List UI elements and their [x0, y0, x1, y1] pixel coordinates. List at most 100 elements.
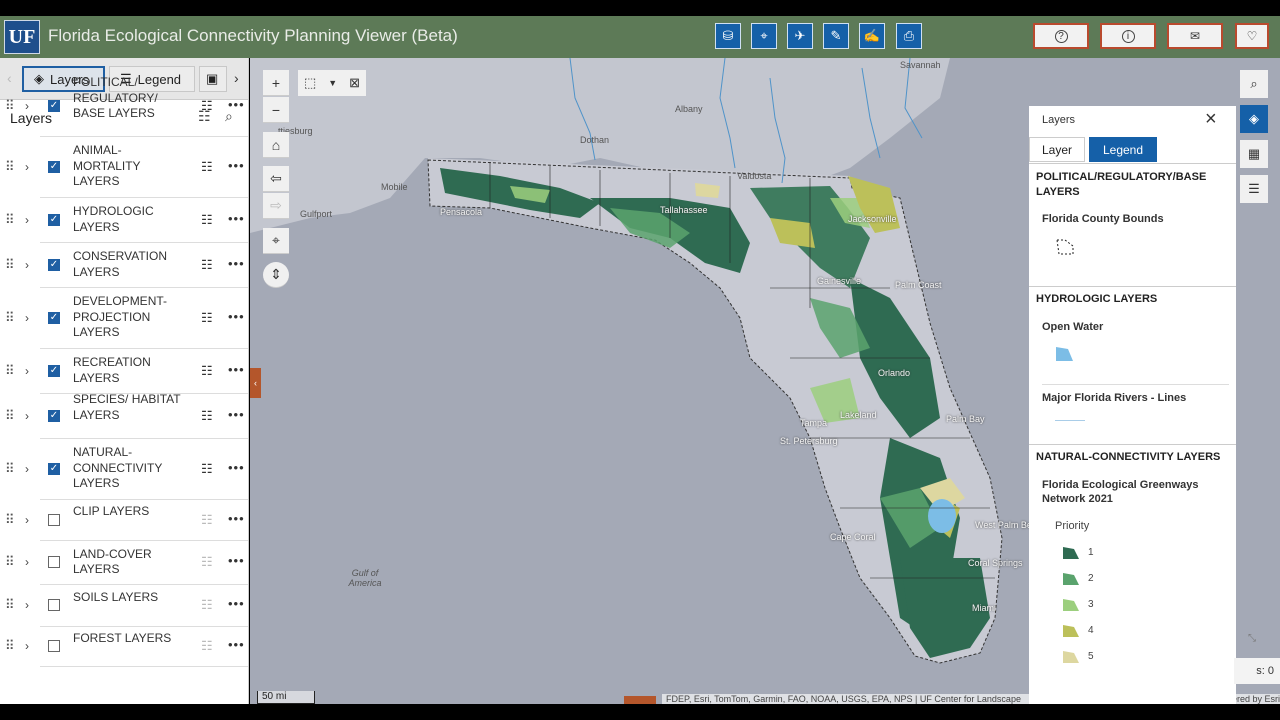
layer-group-row[interactable]: ⠿ › FOREST LAYERS ☷ •••: [0, 626, 248, 667]
expand-chevron-icon[interactable]: ›: [25, 213, 29, 227]
layer-visibility-checkbox[interactable]: [48, 513, 60, 526]
layer-group-row[interactable]: ⠿ › ✓ RECREATION LAYERS ☷ •••: [0, 348, 248, 394]
more-options-icon[interactable]: •••: [228, 553, 245, 568]
print-button[interactable]: ⎙: [896, 23, 922, 49]
more-options-icon[interactable]: •••: [228, 362, 245, 377]
drag-handle-icon[interactable]: ⠿: [5, 638, 14, 654]
contact-button[interactable]: ✉: [1167, 23, 1223, 49]
favorite-button[interactable]: ♡: [1235, 23, 1269, 49]
layer-visibility-checkbox[interactable]: [48, 556, 60, 568]
layer-visibility-checkbox[interactable]: ✓: [48, 213, 60, 226]
legend-list-icon[interactable]: ☷: [201, 638, 213, 654]
layer-group-row[interactable]: ⠿ › ✓ POLITICAL/ REGULATORY/ BASE LAYERS ☷ ••…: [0, 75, 248, 137]
bird-button[interactable]: ✈: [787, 23, 813, 49]
layer-list-button[interactable]: ◈: [1240, 105, 1268, 133]
previous-extent-button[interactable]: ⇦: [263, 166, 289, 192]
more-options-icon[interactable]: •••: [228, 460, 245, 475]
legend-list-icon[interactable]: ☷: [201, 554, 213, 570]
more-options-icon[interactable]: •••: [228, 256, 245, 271]
layer-visibility-checkbox[interactable]: [48, 640, 60, 652]
expand-chevron-icon[interactable]: ›: [25, 160, 29, 174]
more-options-icon[interactable]: •••: [228, 309, 245, 324]
legend-list-icon[interactable]: ☷: [201, 461, 213, 477]
legend-list-icon[interactable]: ☷: [201, 512, 213, 528]
layer-group-row[interactable]: ⠿ › SOILS LAYERS ☷ •••: [0, 584, 248, 627]
close-icon[interactable]: ×: [1205, 108, 1217, 131]
layer-visibility-checkbox[interactable]: [48, 599, 60, 611]
legend-list-icon[interactable]: ☷: [201, 159, 213, 175]
legend-list-icon[interactable]: ☷: [201, 597, 213, 613]
more-options-icon[interactable]: •••: [228, 637, 245, 652]
map-view[interactable]: Savannah Albany Dothan ttiesburg Valdost…: [250, 58, 1280, 704]
expand-chevron-icon[interactable]: ›: [25, 513, 29, 527]
map-pin-button[interactable]: ⌖: [751, 23, 777, 49]
zoom-out-button[interactable]: −: [263, 97, 289, 123]
drag-handle-icon[interactable]: ⠿: [5, 212, 14, 228]
expand-chevron-icon[interactable]: ›: [25, 639, 29, 653]
basemap-gallery-button[interactable]: ▦: [1240, 140, 1268, 168]
more-options-icon[interactable]: •••: [228, 158, 245, 173]
more-options-icon[interactable]: •••: [228, 596, 245, 611]
drag-handle-icon[interactable]: ⠿: [5, 512, 14, 528]
ruler-button[interactable]: ✎: [823, 23, 849, 49]
help-button[interactable]: ?: [1033, 23, 1089, 49]
expand-chevron-icon[interactable]: ›: [25, 409, 29, 423]
drag-handle-icon[interactable]: ⠿: [5, 408, 14, 424]
tab-layer[interactable]: Layer: [1029, 137, 1085, 162]
layer-group-row[interactable]: ⠿ › ✓ HYDROLOGIC LAYERS ☷ •••: [0, 197, 248, 243]
expand-chevron-icon[interactable]: ›: [25, 462, 29, 476]
drag-handle-icon[interactable]: ⠿: [5, 257, 14, 273]
layer-group-row[interactable]: ⠿ › ✓ SPECIES/ HABITAT LAYERS ☷ •••: [0, 392, 248, 439]
drag-handle-icon[interactable]: ⠿: [5, 98, 14, 114]
database-button[interactable]: ⛁: [715, 23, 741, 49]
expand-chevron-icon[interactable]: ›: [25, 598, 29, 612]
layer-group-row[interactable]: ⠿ › ✓ CONSERVATION LAYERS ☷ •••: [0, 242, 248, 288]
legend-list-icon[interactable]: ☷: [201, 98, 213, 114]
legend-list-icon[interactable]: ☷: [201, 363, 213, 379]
info-button[interactable]: i: [1100, 23, 1156, 49]
layer-visibility-checkbox[interactable]: ✓: [48, 311, 60, 324]
legend-list-icon[interactable]: ☷: [201, 257, 213, 273]
layer-visibility-checkbox[interactable]: ✓: [48, 409, 60, 422]
map-search-button[interactable]: ⌕: [1240, 70, 1268, 98]
legend-list-icon[interactable]: ☷: [201, 212, 213, 228]
drag-handle-icon[interactable]: ⠿: [5, 310, 14, 326]
more-options-icon[interactable]: •••: [228, 97, 245, 112]
expand-chevron-icon[interactable]: ›: [25, 364, 29, 378]
compass-button[interactable]: ⇕: [263, 262, 289, 288]
select-icon[interactable]: ⬚: [304, 75, 316, 91]
layer-group-row[interactable]: ⠿ › CLIP LAYERS ☷ •••: [0, 499, 248, 541]
layer-group-row[interactable]: ⠿ › LAND-COVER LAYERS ☷ •••: [0, 540, 248, 585]
layer-visibility-checkbox[interactable]: ✓: [48, 364, 60, 377]
more-options-icon[interactable]: •••: [228, 211, 245, 226]
layer-group-row[interactable]: ⠿ › ✓ ANIMAL- MORTALITY LAYERS ☷ •••: [0, 136, 248, 198]
expand-chevron-icon[interactable]: ›: [25, 555, 29, 569]
drag-handle-icon[interactable]: ⠿: [5, 554, 14, 570]
drag-handle-icon[interactable]: ⠿: [5, 159, 14, 175]
layer-visibility-checkbox[interactable]: ✓: [48, 160, 60, 173]
more-options-icon[interactable]: •••: [228, 407, 245, 422]
layer-visibility-checkbox[interactable]: ✓: [48, 100, 60, 112]
layer-visibility-checkbox[interactable]: ✓: [48, 258, 60, 271]
locate-button[interactable]: ⌖: [263, 228, 289, 254]
attribution-expand-handle[interactable]: [624, 696, 656, 704]
legend-list-icon[interactable]: ☷: [201, 408, 213, 424]
more-options-icon[interactable]: •••: [228, 511, 245, 526]
next-extent-button[interactable]: ⇨: [263, 193, 289, 219]
select-dropdown-icon[interactable]: ▼: [328, 78, 337, 88]
layer-group-row[interactable]: ⠿ › ✓ DEVELOPMENT- PROJECTION LAYERS ☷ •••: [0, 287, 248, 349]
home-button[interactable]: ⌂: [263, 132, 289, 158]
clear-selection-icon[interactable]: ⊠: [349, 75, 360, 91]
drag-handle-icon[interactable]: ⠿: [5, 363, 14, 379]
sketch-button[interactable]: ✍: [859, 23, 885, 49]
layer-visibility-checkbox[interactable]: ✓: [48, 462, 60, 475]
drag-handle-icon[interactable]: ⠿: [5, 597, 14, 613]
drag-handle-icon[interactable]: ⠿: [5, 461, 14, 477]
layer-group-row[interactable]: ⠿ › ✓ NATURAL- CONNECTIVITY LAYERS ☷ •••: [0, 438, 248, 500]
expand-chevron-icon[interactable]: ›: [25, 99, 29, 113]
expand-chevron-icon[interactable]: ›: [25, 311, 29, 325]
tab-legend-active[interactable]: Legend: [1089, 137, 1157, 162]
panel-collapse-handle[interactable]: ‹: [250, 368, 261, 398]
expand-chevron-icon[interactable]: ›: [25, 258, 29, 272]
fullscreen-icon[interactable]: ⤡: [1248, 633, 1256, 644]
